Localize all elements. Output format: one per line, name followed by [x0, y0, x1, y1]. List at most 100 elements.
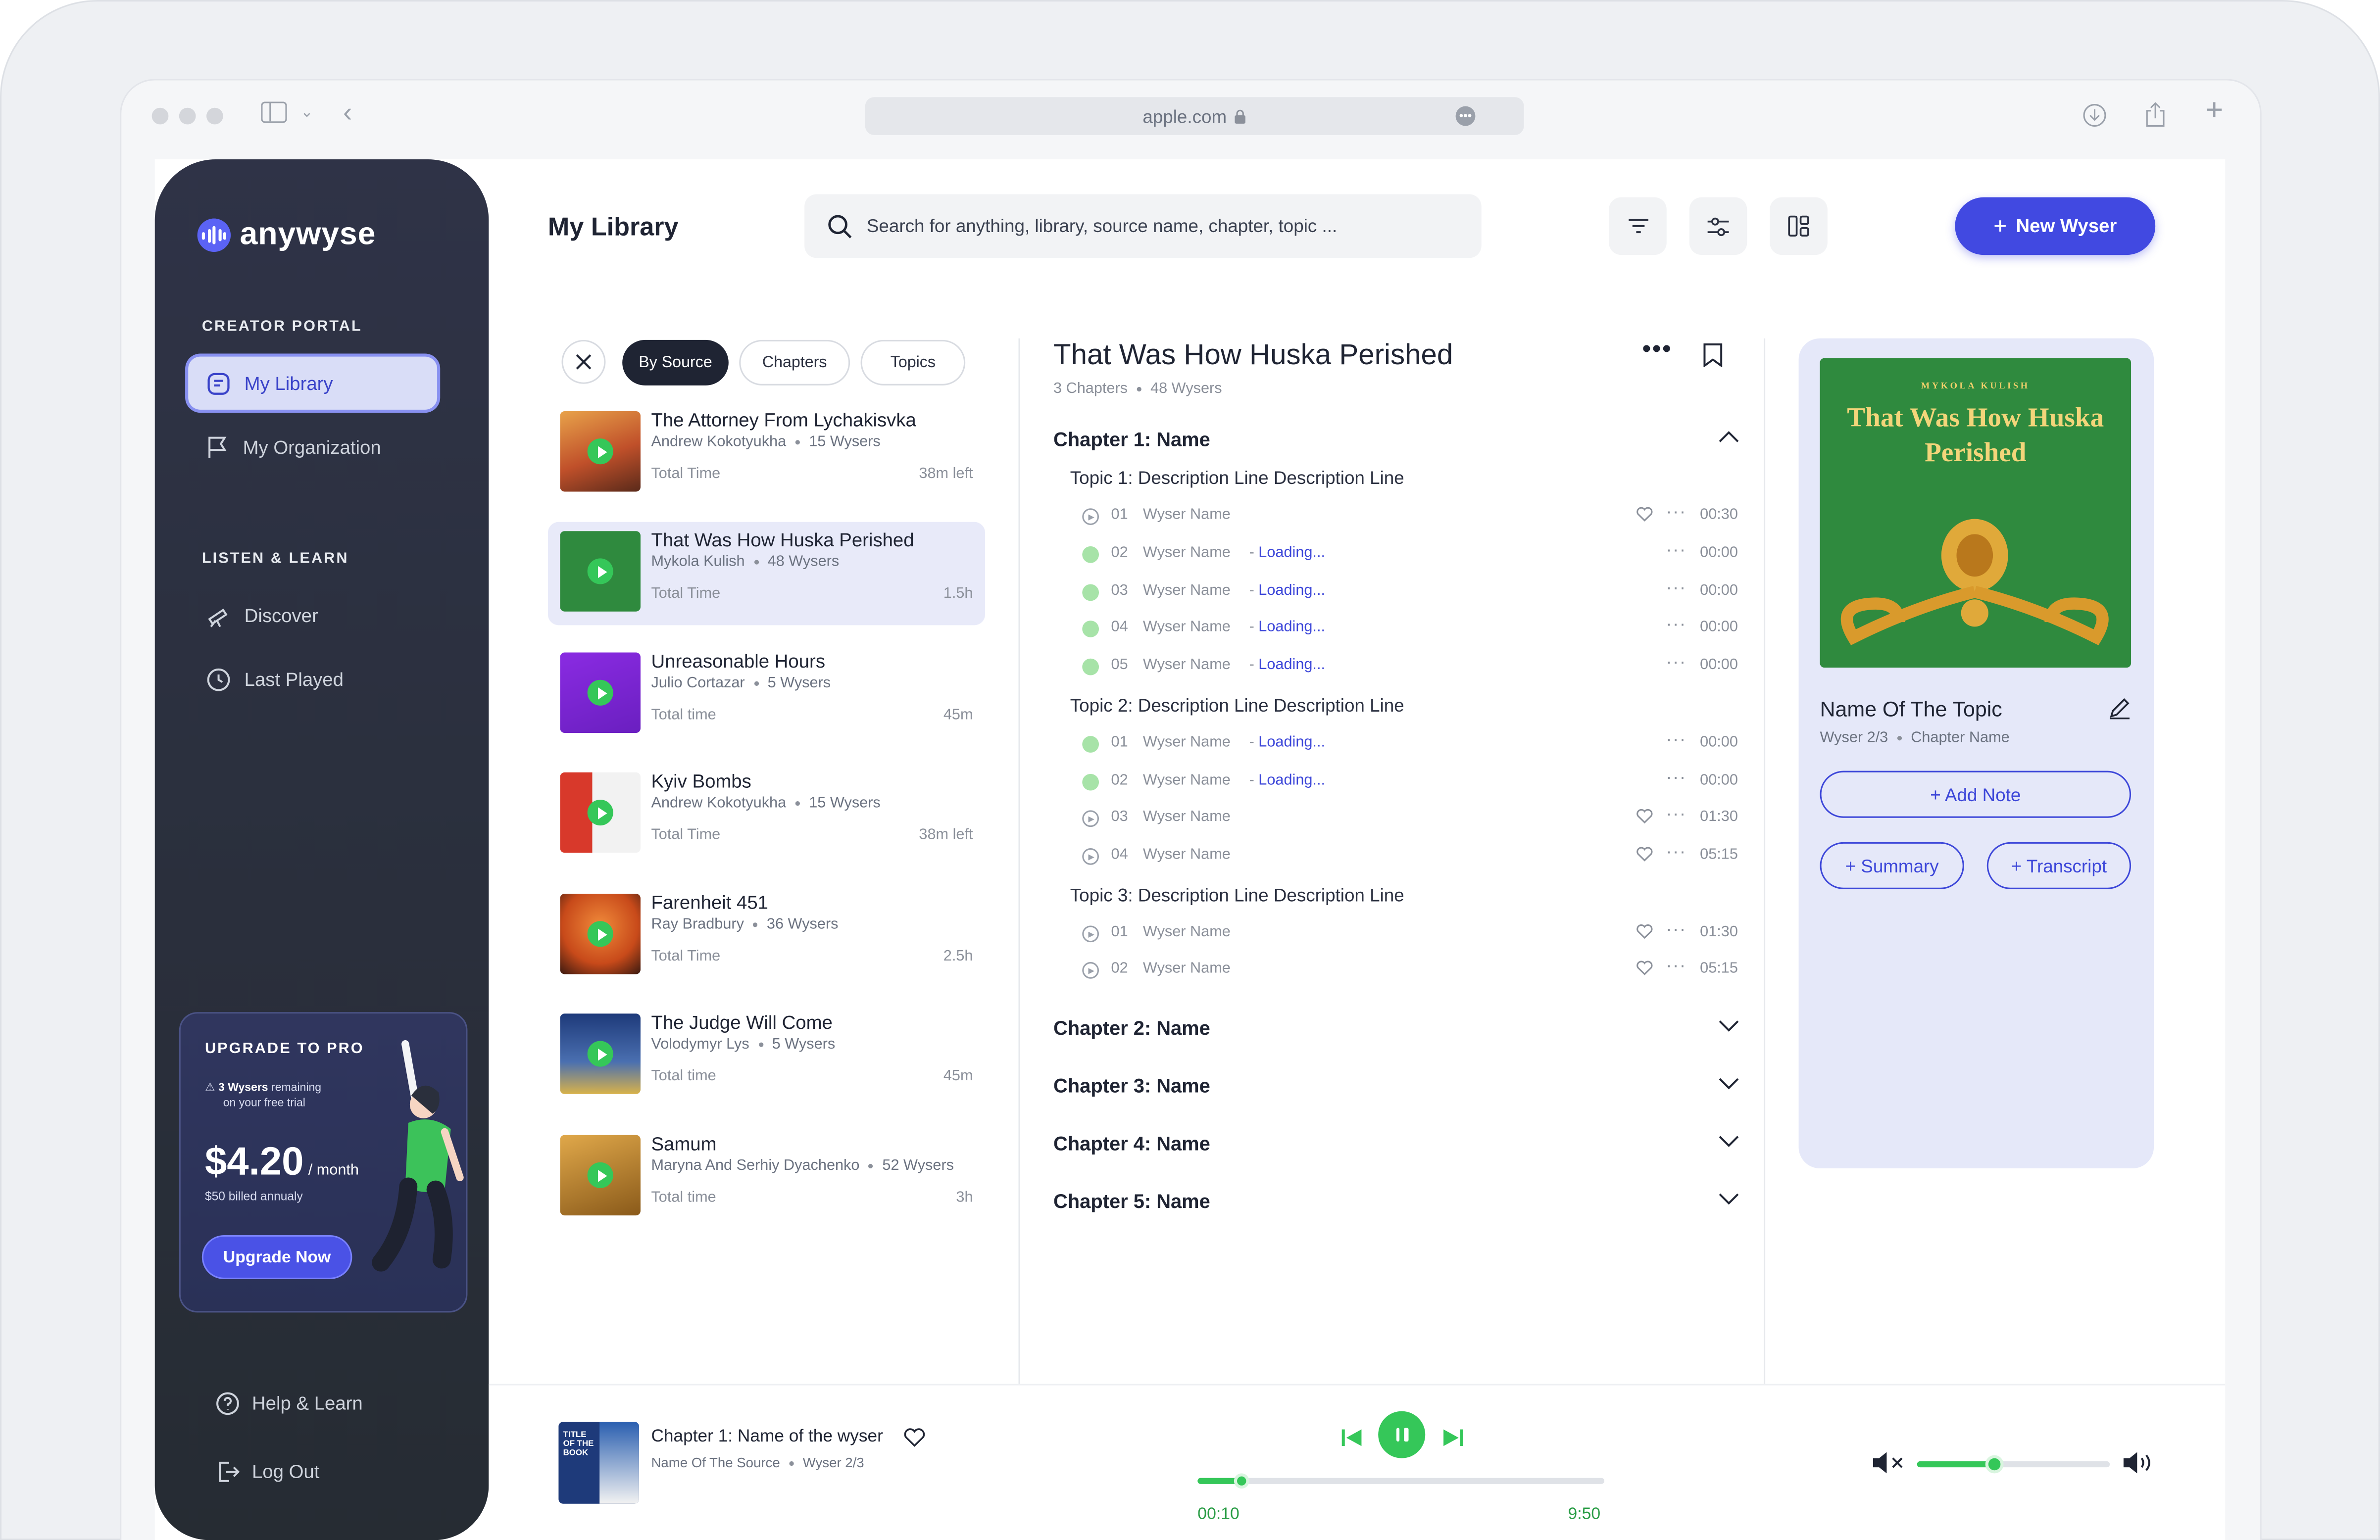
filter-button[interactable]	[1609, 197, 1667, 255]
bookmark-icon[interactable]	[1703, 343, 1723, 375]
heart-icon[interactable]	[1636, 961, 1653, 980]
more-icon[interactable]: ···	[1666, 918, 1686, 939]
logout-link[interactable]: Log Out	[215, 1460, 319, 1484]
pause-button[interactable]	[1378, 1411, 1426, 1458]
more-icon[interactable]: ···	[1666, 955, 1686, 976]
play-icon[interactable]	[587, 679, 613, 706]
previous-track-icon[interactable]	[1341, 1426, 1362, 1453]
source-item-selected[interactable]: That Was How Huska Perished Mykola Kulis…	[547, 522, 986, 626]
play-icon[interactable]	[587, 558, 613, 584]
volume-handle[interactable]	[1985, 1455, 2003, 1474]
upgrade-now-button[interactable]: Upgrade Now	[203, 1237, 351, 1278]
wyser-row[interactable]: 01 Wyser Name ··· 00:30	[1082, 501, 1738, 529]
address-bar[interactable]: apple.com •••	[865, 97, 1524, 135]
play-icon[interactable]	[587, 1162, 613, 1188]
progress-handle[interactable]	[1235, 1473, 1250, 1489]
wyser-row[interactable]: 02 Wyser Name - Loading... ··· 00:00	[1082, 766, 1738, 795]
chevron-down-icon[interactable]	[1718, 1020, 1739, 1032]
download-icon[interactable]	[2082, 103, 2107, 134]
play-circle-icon[interactable]	[1082, 810, 1099, 827]
wyser-row[interactable]: 05 Wyser Name - Loading... ··· 00:00	[1082, 651, 1738, 680]
chapter-header-3[interactable]: Chapter 3: Name	[1053, 1074, 1739, 1097]
wyser-row[interactable]: 03 Wyser Name ··· 01:30	[1082, 803, 1738, 831]
wyser-row[interactable]: 02 Wyser Name - Loading... ··· 00:00	[1082, 539, 1738, 568]
search-input[interactable]: Search for anything, library, source nam…	[804, 194, 1482, 258]
filter-chapters[interactable]: Chapters	[739, 339, 850, 385]
filter-topics[interactable]: Topics	[860, 339, 966, 385]
minimize-window-button[interactable]	[179, 107, 196, 125]
layout-button[interactable]	[1770, 197, 1828, 255]
chapter-header-5[interactable]: Chapter 5: Name	[1053, 1190, 1739, 1212]
wyser-row[interactable]: 04 Wyser Name ··· 05:15	[1082, 841, 1738, 869]
edit-icon[interactable]	[2108, 696, 2131, 726]
heart-icon[interactable]	[1636, 507, 1653, 527]
chevron-down-icon[interactable]: ⌄	[300, 100, 313, 127]
wyser-row[interactable]: 01 Wyser Name - Loading... ··· 00:00	[1082, 728, 1738, 757]
heart-icon[interactable]	[1636, 924, 1653, 944]
chapter-header-4[interactable]: Chapter 4: Name	[1053, 1132, 1739, 1155]
more-icon[interactable]: ···	[1666, 651, 1686, 672]
more-icon[interactable]: ···	[1666, 539, 1686, 560]
next-track-icon[interactable]	[1443, 1426, 1463, 1453]
volume-slider[interactable]	[1917, 1455, 2110, 1474]
chevron-down-icon[interactable]	[1718, 1135, 1739, 1148]
close-window-button[interactable]	[151, 107, 169, 125]
wyser-row[interactable]: 01 Wyser Name ··· 01:30	[1082, 918, 1738, 947]
more-options-icon[interactable]: •••	[1642, 337, 1673, 364]
volume-up-icon[interactable]	[2123, 1452, 2157, 1481]
sidebar-item-discover[interactable]: Discover	[188, 589, 437, 642]
clear-filter-button[interactable]	[561, 339, 606, 384]
more-icon[interactable]: ···	[1666, 577, 1686, 598]
source-item[interactable]: Samum Maryna And Serhiy Dyachenko 52 Wyse…	[548, 1126, 985, 1229]
source-item[interactable]: The Judge Will Come Volodymyr Lys 5 Wyser…	[548, 1005, 985, 1108]
wyser-row[interactable]: 03 Wyser Name - Loading... ··· 00:00	[1082, 577, 1738, 605]
back-icon[interactable]: ‹	[343, 98, 352, 126]
help-learn-link[interactable]: Help & Learn	[215, 1392, 363, 1416]
chevron-down-icon[interactable]	[1718, 1077, 1739, 1090]
more-icon[interactable]: ···	[1666, 766, 1686, 787]
sidebar-item-my-library[interactable]: My Library	[188, 356, 438, 410]
new-tab-icon[interactable]: +	[2205, 96, 2223, 126]
sidebar-item-my-organization[interactable]: My Organization	[188, 420, 437, 473]
maximize-window-button[interactable]	[206, 107, 223, 125]
brand-logo[interactable]: anywyse	[197, 217, 376, 253]
chevron-up-icon[interactable]	[1718, 431, 1739, 443]
filter-by-source[interactable]: By Source	[622, 339, 729, 385]
source-item[interactable]: Kyiv Bombs Andrew Kokotyukha 15 Wysers To…	[548, 763, 985, 866]
source-item[interactable]: The Attorney From Lychakisvka Andrew Kok…	[548, 402, 985, 506]
wyser-row[interactable]: 02 Wyser Name ··· 05:15	[1082, 955, 1738, 983]
sidebar-toggle-icon[interactable]	[261, 101, 287, 129]
play-icon[interactable]	[587, 921, 613, 947]
play-circle-icon[interactable]	[1082, 962, 1099, 979]
more-icon[interactable]: ···	[1666, 613, 1686, 634]
new-wyser-button[interactable]: + New Wyser	[1955, 197, 2156, 255]
more-icon[interactable]: ···	[1666, 728, 1686, 750]
play-circle-icon[interactable]	[1082, 925, 1099, 943]
heart-icon[interactable]	[903, 1428, 926, 1455]
progress-bar[interactable]	[1197, 1473, 1605, 1489]
play-circle-icon[interactable]	[1082, 848, 1099, 865]
mute-icon[interactable]	[1873, 1452, 1906, 1481]
more-icon[interactable]: ···	[1666, 501, 1686, 522]
adjust-button[interactable]	[1689, 197, 1747, 255]
more-icon[interactable]: ···	[1666, 803, 1686, 824]
more-icon[interactable]: •••	[1455, 106, 1476, 126]
play-icon[interactable]	[587, 1041, 613, 1067]
play-icon[interactable]	[587, 799, 613, 826]
add-note-button[interactable]: + Add Note	[1820, 770, 2132, 818]
heart-icon[interactable]	[1636, 847, 1653, 866]
transcript-button[interactable]: + Transcript	[1986, 842, 2132, 889]
play-icon[interactable]	[587, 438, 613, 465]
play-circle-icon[interactable]	[1082, 508, 1099, 525]
chapter-header-1[interactable]: Chapter 1: Name	[1053, 428, 1739, 451]
source-item[interactable]: Unreasonable Hours Julio Cortazar 5 Wyser…	[548, 643, 985, 747]
wyser-row[interactable]: 04 Wyser Name - Loading... ··· 00:00	[1082, 613, 1738, 642]
source-item[interactable]: Farenheit 451 Ray Bradbury 36 Wysers Tota…	[548, 885, 985, 988]
sidebar-item-last-played[interactable]: Last Played	[188, 653, 437, 706]
heart-icon[interactable]	[1636, 809, 1653, 828]
chapter-header-2[interactable]: Chapter 2: Name	[1053, 1016, 1739, 1039]
chevron-down-icon[interactable]	[1718, 1193, 1739, 1205]
share-icon[interactable]	[2145, 101, 2166, 133]
summary-button[interactable]: + Summary	[1820, 842, 1964, 889]
more-icon[interactable]: ···	[1666, 841, 1686, 862]
